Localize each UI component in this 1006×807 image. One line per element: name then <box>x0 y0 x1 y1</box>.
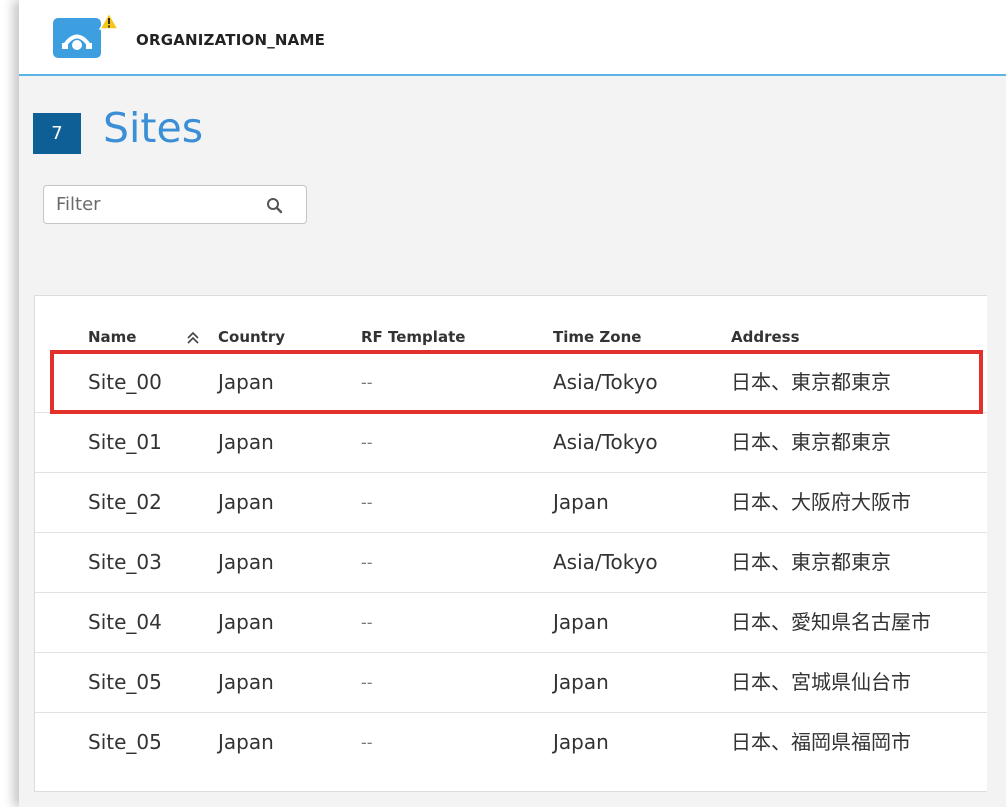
column-header-name[interactable]: Name <box>88 328 136 346</box>
rf-template-cell: -- <box>361 733 373 752</box>
rf-template-cell: -- <box>361 673 373 692</box>
rf-template-cell: -- <box>361 433 373 452</box>
table-row[interactable]: Site_01 Japan -- Asia/Tokyo 日本、東京都東京 <box>35 413 987 473</box>
site-name-cell[interactable]: Site_04 <box>88 593 162 652</box>
table-row[interactable]: Site_02 Japan -- Japan 日本、大阪府大阪市 <box>35 473 987 533</box>
table-row[interactable]: Site_00 Japan -- Asia/Tokyo 日本、東京都東京 <box>35 353 987 413</box>
top-bar: ORGANIZATION_NAME <box>19 0 1006 76</box>
warning-icon <box>99 12 119 30</box>
country-cell: Japan <box>218 430 274 454</box>
time-zone-cell: Japan <box>553 730 609 754</box>
address-cell: 日本、愛知県名古屋市 <box>731 610 931 634</box>
country-cell: Japan <box>218 730 274 754</box>
time-zone-cell: Asia/Tokyo <box>553 550 658 574</box>
country-cell: Japan <box>218 550 274 574</box>
network-logo-icon[interactable] <box>53 18 101 58</box>
column-header-country[interactable]: Country <box>218 328 285 346</box>
sort-up-icon[interactable] <box>186 331 200 345</box>
filter-box <box>43 185 307 224</box>
rf-template-cell: -- <box>361 553 373 572</box>
site-name-cell[interactable]: Site_01 <box>88 413 162 472</box>
address-cell: 日本、大阪府大阪市 <box>731 490 911 514</box>
time-zone-cell: Asia/Tokyo <box>553 370 658 394</box>
country-cell: Japan <box>218 670 274 694</box>
rf-template-cell: -- <box>361 613 373 632</box>
organization-name[interactable]: ORGANIZATION_NAME <box>136 31 325 49</box>
time-zone-cell: Japan <box>553 610 609 634</box>
site-count-badge: 7 <box>33 113 81 154</box>
column-header-address[interactable]: Address <box>731 328 800 346</box>
country-cell: Japan <box>218 370 274 394</box>
address-cell: 日本、東京都東京 <box>731 430 891 454</box>
time-zone-cell: Asia/Tokyo <box>553 430 658 454</box>
search-icon[interactable] <box>264 195 286 217</box>
time-zone-cell: Japan <box>553 670 609 694</box>
rf-template-cell: -- <box>361 493 373 512</box>
table-row[interactable]: Site_05 Japan -- Japan 日本、宮城県仙台市 <box>35 653 987 713</box>
rf-template-cell: -- <box>361 373 373 392</box>
table-row[interactable]: Site_04 Japan -- Japan 日本、愛知県名古屋市 <box>35 593 987 653</box>
time-zone-cell: Japan <box>553 490 609 514</box>
site-name-cell[interactable]: Site_00 <box>88 353 162 412</box>
filter-input[interactable] <box>44 186 266 223</box>
column-header-rf-template[interactable]: RF Template <box>361 328 465 346</box>
address-cell: 日本、東京都東京 <box>731 370 891 394</box>
page-title: Sites <box>103 104 204 152</box>
site-name-cell[interactable]: Site_05 <box>88 713 162 772</box>
table-row[interactable]: Site_03 Japan -- Asia/Tokyo 日本、東京都東京 <box>35 533 987 593</box>
column-header-time-zone[interactable]: Time Zone <box>553 328 641 346</box>
site-name-cell[interactable]: Site_03 <box>88 533 162 592</box>
address-cell: 日本、宮城県仙台市 <box>731 670 911 694</box>
country-cell: Japan <box>218 490 274 514</box>
country-cell: Japan <box>218 610 274 634</box>
table-row[interactable]: Site_05 Japan -- Japan 日本、福岡県福岡市 <box>35 713 987 773</box>
site-name-cell[interactable]: Site_02 <box>88 473 162 532</box>
site-name-cell[interactable]: Site_05 <box>88 653 162 712</box>
address-cell: 日本、福岡県福岡市 <box>731 730 911 754</box>
address-cell: 日本、東京都東京 <box>731 550 891 574</box>
